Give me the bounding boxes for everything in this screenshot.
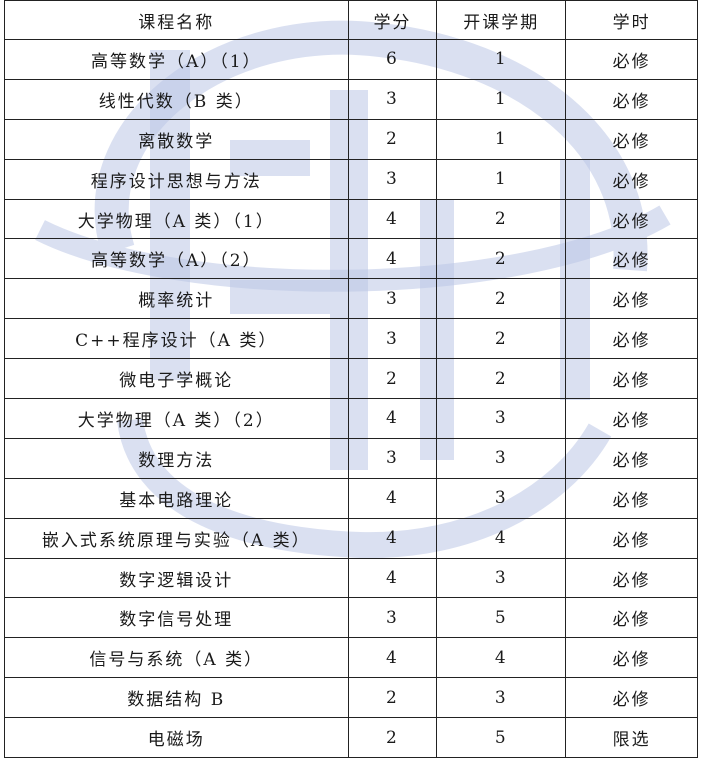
header-credits: 学分 <box>347 0 438 40</box>
cell-type: 必修 <box>565 517 698 559</box>
cell-type: 必修 <box>565 278 698 320</box>
cell-credits: 3 <box>347 597 438 639</box>
table-row: 高等数学（A）（2） 4 2 必修 <box>4 238 698 280</box>
cell-type: 必修 <box>565 677 698 719</box>
cell-credits: 6 <box>347 39 438 80</box>
cell-credits: 4 <box>347 557 438 599</box>
table-row: C++程序设计（A 类） 3 2 必修 <box>4 318 698 360</box>
table-row: 信号与系统（A 类） 4 4 必修 <box>4 637 698 679</box>
cell-credits: 3 <box>347 278 438 320</box>
cell-semester: 2 <box>436 198 567 240</box>
cell-credits: 2 <box>347 677 438 719</box>
cell-semester: 1 <box>436 78 567 120</box>
table-row: 微电子学概论 2 2 必修 <box>4 358 698 400</box>
cell-type: 必修 <box>565 597 698 639</box>
cell-type: 必修 <box>565 398 698 439</box>
cell-credits: 2 <box>347 717 438 759</box>
table-row: 程序设计思想与方法 3 1 必修 <box>4 158 698 200</box>
table-row: 概率统计 3 2 必修 <box>4 278 698 320</box>
cell-type: 必修 <box>565 158 698 200</box>
cell-course-name: 离散数学 <box>4 118 349 160</box>
cell-type: 必修 <box>565 238 698 280</box>
cell-type: 必修 <box>565 118 698 160</box>
table-row: 基本电路理论 4 3 必修 <box>4 477 698 519</box>
cell-semester: 3 <box>436 557 567 599</box>
cell-course-name: 嵌入式系统原理与实验（A 类） <box>4 517 349 559</box>
cell-semester: 1 <box>436 39 567 80</box>
cell-credits: 3 <box>347 158 438 200</box>
cell-credits: 4 <box>347 198 438 240</box>
cell-course-name: 数字逻辑设计 <box>4 557 349 599</box>
table-row: 大学物理（A 类）（1） 4 2 必修 <box>4 198 698 240</box>
cell-semester: 2 <box>436 318 567 360</box>
table-row: 电磁场 2 5 限选 <box>4 717 698 759</box>
cell-type: 必修 <box>565 437 698 479</box>
cell-semester: 2 <box>436 358 567 400</box>
cell-type: 必修 <box>565 557 698 599</box>
cell-type: 必修 <box>565 358 698 400</box>
table-row: 大学物理（A 类）（2） 4 3 必修 <box>4 398 698 439</box>
cell-course-name: C++程序设计（A 类） <box>4 318 349 360</box>
cell-course-name: 概率统计 <box>4 278 349 320</box>
cell-credits: 4 <box>347 398 438 439</box>
cell-semester: 3 <box>436 677 567 719</box>
cell-course-name: 大学物理（A 类）（1） <box>4 198 349 240</box>
cell-semester: 3 <box>436 398 567 439</box>
cell-semester: 4 <box>436 637 567 679</box>
cell-course-name: 数理方法 <box>4 437 349 479</box>
cell-course-name: 电磁场 <box>4 717 349 759</box>
cell-semester: 5 <box>436 717 567 759</box>
cell-course-name: 信号与系统（A 类） <box>4 637 349 679</box>
cell-semester: 1 <box>436 158 567 200</box>
cell-semester: 1 <box>436 118 567 160</box>
table-row: 数理方法 3 3 必修 <box>4 437 698 479</box>
cell-credits: 4 <box>347 517 438 559</box>
cell-course-name: 高等数学（A）（2） <box>4 238 349 280</box>
cell-type: 必修 <box>565 39 698 80</box>
cell-credits: 3 <box>347 78 438 120</box>
cell-credits: 3 <box>347 318 438 360</box>
cell-course-name: 程序设计思想与方法 <box>4 158 349 200</box>
cell-course-name: 微电子学概论 <box>4 358 349 400</box>
cell-credits: 4 <box>347 477 438 519</box>
cell-type: 必修 <box>565 78 698 120</box>
header-type: 学时 <box>565 0 698 40</box>
cell-semester: 2 <box>436 238 567 280</box>
cell-course-name: 线性代数（B 类） <box>4 78 349 120</box>
cell-course-name: 高等数学（A）（1） <box>4 39 349 80</box>
cell-credits: 4 <box>347 637 438 679</box>
table-row: 嵌入式系统原理与实验（A 类） 4 4 必修 <box>4 517 698 559</box>
table-row: 数字信号处理 3 5 必修 <box>4 597 698 639</box>
cell-semester: 5 <box>436 597 567 639</box>
table-row: 数据结构 B 2 3 必修 <box>4 677 698 719</box>
cell-type: 必修 <box>565 198 698 240</box>
cell-type: 必修 <box>565 637 698 679</box>
cell-semester: 4 <box>436 517 567 559</box>
table-row: 数字逻辑设计 4 3 必修 <box>4 557 698 599</box>
header-course-name: 课程名称 <box>4 0 349 40</box>
cell-semester: 3 <box>436 477 567 519</box>
cell-course-name: 数字信号处理 <box>4 597 349 639</box>
cell-course-name: 数据结构 B <box>4 677 349 719</box>
course-table: 课程名称 学分 开课学期 学时 高等数学（A）（1） 6 1 必修 线性代数（B 类） 3… <box>4 0 698 759</box>
cell-course-name: 大学物理（A 类）（2） <box>4 398 349 439</box>
cell-semester: 2 <box>436 278 567 320</box>
cell-type: 必修 <box>565 318 698 360</box>
cell-credits: 2 <box>347 118 438 160</box>
cell-type: 必修 <box>565 477 698 519</box>
table-row: 离散数学 2 1 必修 <box>4 118 698 160</box>
cell-credits: 4 <box>347 238 438 280</box>
cell-course-name: 基本电路理论 <box>4 477 349 519</box>
header-semester: 开课学期 <box>436 0 567 40</box>
cell-type: 限选 <box>565 717 698 759</box>
cell-credits: 2 <box>347 358 438 400</box>
cell-credits: 3 <box>347 437 438 479</box>
table-row: 线性代数（B 类） 3 1 必修 <box>4 78 698 120</box>
cell-semester: 3 <box>436 437 567 479</box>
table-header-row: 课程名称 学分 开课学期 学时 <box>4 0 698 40</box>
table-row: 高等数学（A）（1） 6 1 必修 <box>4 39 698 80</box>
